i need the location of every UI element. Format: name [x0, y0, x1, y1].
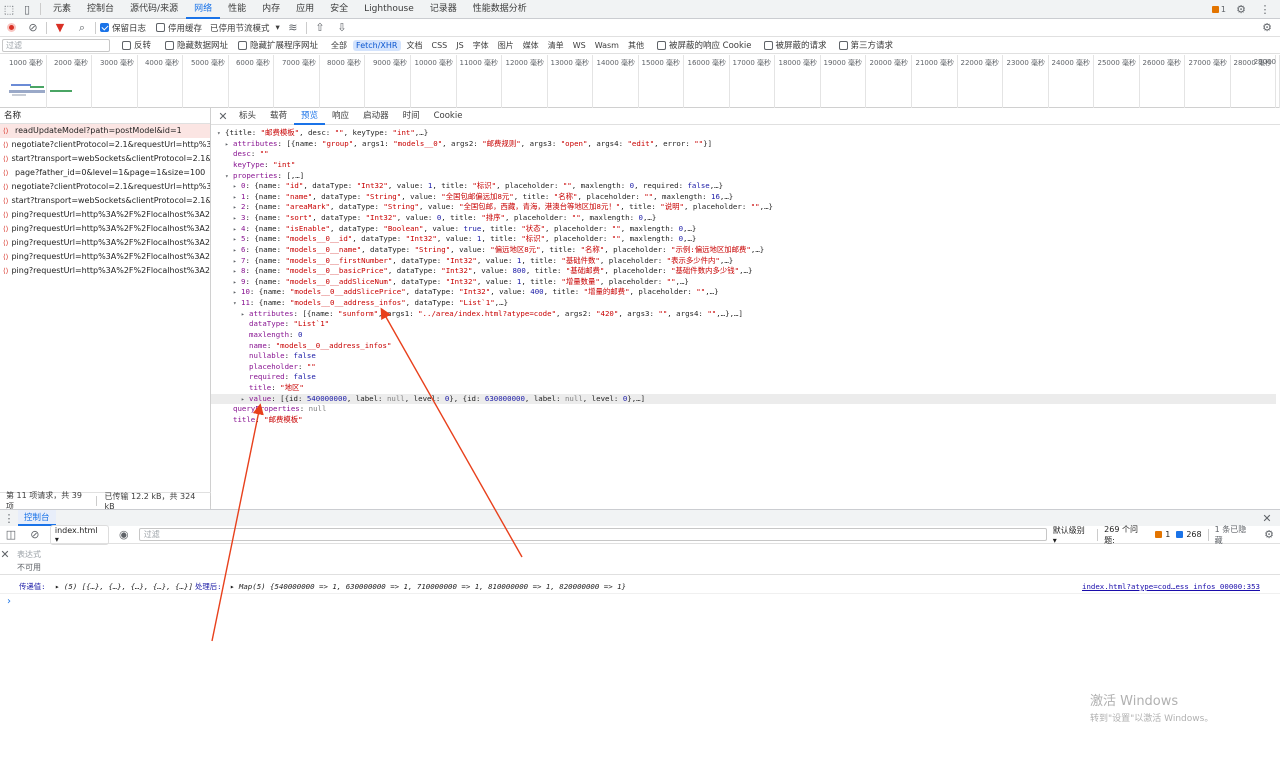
- annotation-arrow-attributes: [380, 307, 523, 558]
- annotation-arrow-value: [211, 403, 264, 642]
- annotation-arrows: [211, 307, 523, 642]
